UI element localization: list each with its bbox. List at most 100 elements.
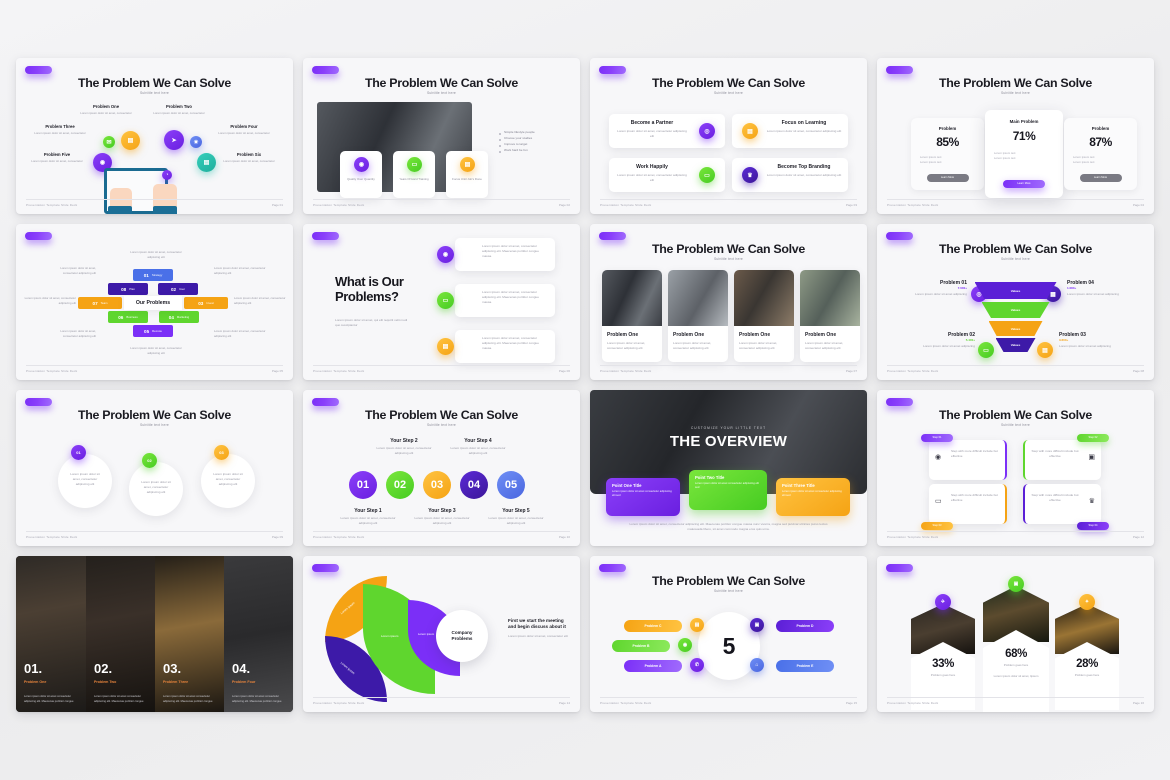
slide-thumbnail-2[interactable]: The Problem We Can Solve Subtitle text h… xyxy=(303,58,580,214)
learn-more-button[interactable]: Learn More xyxy=(1079,174,1122,182)
slide-thumbnail-12[interactable]: The Problem We Can Solve Subtitle text h… xyxy=(877,390,1154,546)
arrow-card-3[interactable]: 28% Problem goes here xyxy=(1055,604,1119,710)
slide-thumbnail-13[interactable]: 01. Problem One Lorem ipsum dolor sit am… xyxy=(16,556,293,712)
photo-card-3[interactable]: Problem One Lorem ipsum dolor sit amet, … xyxy=(734,270,794,362)
footer-text: Presentation Template Slide Deck xyxy=(887,535,939,539)
heading-line-1: What is Our xyxy=(335,274,404,289)
photo-card-4[interactable]: Problem One Lorem ipsum dolor sit amet, … xyxy=(800,270,860,362)
photo-card-2[interactable]: Problem One Lorem ipsum dolor sit amet, … xyxy=(668,270,728,362)
panel-desc: Lorem ipsum dolor sit amet consectetur a… xyxy=(94,695,144,703)
arrow-card-2[interactable]: 68% Problem goes here Lorem ipsum dolor … xyxy=(983,586,1049,712)
footer-divider xyxy=(313,365,570,366)
pricing-card-3[interactable]: Problem 87% Lorem ipsum text Lorem ipsum… xyxy=(1064,118,1137,190)
step-badge-1[interactable]: Step 01 xyxy=(921,434,953,442)
book-icon: ▤ xyxy=(1037,342,1053,358)
photo-panel-2[interactable]: 02. Problem Two Lorem ipsum dolor sit am… xyxy=(86,556,155,712)
trophy-icon: ♛ xyxy=(1088,498,1095,505)
monitor-icon: ▭ xyxy=(437,292,454,309)
pill-problem-a[interactable]: Problem A xyxy=(624,660,682,672)
feature-card[interactable]: ▭ Years Of Hard Training xyxy=(393,151,435,198)
slide-thumbnail-1[interactable]: The Problem We Can Solve Subtitle text h… xyxy=(16,58,293,214)
slide-thumbnail-4[interactable]: The Problem We Can Solve Subtitle text h… xyxy=(877,58,1154,214)
info-row-2[interactable]: Lorem ipsum dolor sit amet, consectetur … xyxy=(455,284,555,317)
step-circle-05[interactable]: 05 xyxy=(497,471,525,499)
photo-panel-1[interactable]: 01. Problem One Lorem ipsum dolor sit am… xyxy=(16,556,86,712)
photo-card-1[interactable]: Problem One Lorem ipsum dolor sit amet, … xyxy=(602,270,662,362)
point-card-1[interactable]: Point One Title Lorem ipsum dolor sit am… xyxy=(606,478,680,516)
funnel-layer-4[interactable]: Values xyxy=(995,338,1036,352)
gear-segment-05[interactable]: 05 Remote xyxy=(133,325,173,337)
side-note: Lorem ipsum dolor sit amet, consectetur … xyxy=(214,266,266,275)
gear-segment-01[interactable]: 01 Strategy xyxy=(133,269,173,281)
point-card-3[interactable]: Point Three Title Lorem ipsum dolor sit … xyxy=(776,478,850,516)
feature-card-partner[interactable]: Become a Partner Lorem ipsum dolor sit a… xyxy=(609,114,725,148)
circle-card-2[interactable]: Lorem ipsum dolor sit amet, consectetur … xyxy=(129,462,183,516)
gear-segment-04[interactable]: 04 Marketing xyxy=(159,311,199,323)
funnel-layer-2[interactable]: Values xyxy=(981,302,1050,318)
gear-segment-03[interactable]: 03 Invest xyxy=(184,297,228,309)
badge-label: Step 04 xyxy=(1088,524,1098,527)
step-circle-04[interactable]: 04 xyxy=(460,471,488,499)
chat-icon: ◉ xyxy=(437,246,454,263)
footer-divider xyxy=(26,199,283,200)
step-card-4[interactable]: ♛ Step with more difficult include but e… xyxy=(1023,484,1101,524)
learn-more-button[interactable]: Learn More xyxy=(926,174,969,182)
info-row-3[interactable]: Lorem ipsum dolor sit amet, consectetur … xyxy=(455,330,555,363)
feature-card-branding[interactable]: ♛ Become Top Branding Lorem ipsum dolor … xyxy=(732,158,848,192)
slide-thumbnail-3[interactable]: The Problem We Can Solve Subtitle text h… xyxy=(590,58,867,214)
pill-problem-e[interactable]: Problem E xyxy=(776,660,834,672)
slide-thumbnail-16[interactable]: 33% Problem goes here ✈ 68% Problem goes… xyxy=(877,556,1154,712)
pill-problem-b[interactable]: Problem B xyxy=(612,640,670,652)
arrow-card-1[interactable]: 33% Problem goes here xyxy=(911,604,975,710)
step-badge-3[interactable]: Step 03 xyxy=(921,522,953,530)
pill-problem-d[interactable]: Problem D xyxy=(776,620,834,632)
step-card-1[interactable]: ◉ Step with more difficult include but e… xyxy=(929,440,1007,480)
lock-icon: ⌂ xyxy=(750,658,764,672)
feature-card[interactable]: ▤ Focus Until Job's Done xyxy=(446,151,488,198)
step-circle-02[interactable]: 02 xyxy=(386,471,414,499)
info-row-1[interactable]: Lorem ipsum dolor sit amet, consectetur … xyxy=(455,238,555,271)
step-circle-03[interactable]: 03 xyxy=(423,471,451,499)
photo-panel-3[interactable]: 03. Problem Three Lorem ipsum dolor sit … xyxy=(155,556,224,712)
step-circle-01[interactable]: 01 xyxy=(349,471,377,499)
feature-card-work[interactable]: Work Happily Lorem ipsum dolor sit amet,… xyxy=(609,158,725,192)
funnel-layer-3[interactable]: Values xyxy=(988,321,1043,336)
slide-thumbnail-7[interactable]: The Problem We Can Solve Subtitle text h… xyxy=(590,224,867,380)
step-card-3[interactable]: ▭ Step with more difficult include but e… xyxy=(929,484,1007,524)
slide-thumbnail-8[interactable]: The Problem We Can Solve Subtitle text h… xyxy=(877,224,1154,380)
feature-card-learning[interactable]: ▤ Focus on Learning Lorem ipsum dolor si… xyxy=(732,114,848,148)
circle-card-1[interactable]: Lorem ipsum dolor sit amet, consectetur … xyxy=(58,454,112,508)
footer-text: Presentation Template Slide Deck xyxy=(313,535,365,539)
page-number: Page 15 xyxy=(845,701,857,705)
photo-panel-4[interactable]: 04. Problem Four Lorem ipsum dolor sit a… xyxy=(224,556,293,712)
pill-problem-c[interactable]: Problem C xyxy=(624,620,682,632)
gear-segment-08[interactable]: 08 Plan xyxy=(108,283,148,295)
gear-segment-02[interactable]: 02 User xyxy=(158,283,198,295)
step-badge-2[interactable]: Step 02 xyxy=(1077,434,1109,442)
slide-thumbnail-11[interactable]: CUSTOMIZE YOUR LITTLE TEXT THE OVERVIEW … xyxy=(590,390,867,546)
pricing-card-1[interactable]: Problem 85% Lorem ipsum text Lorem ipsum… xyxy=(911,118,984,190)
circle-card-3[interactable]: Lorem ipsum dolor sit amet, consectetur … xyxy=(201,454,255,508)
card-title: Work Happily xyxy=(636,164,668,170)
feature-card[interactable]: ◉ Quality Over Quantity xyxy=(340,151,382,198)
step-badge-4[interactable]: Step 04 xyxy=(1077,522,1109,530)
learn-more-button[interactable]: Learn More xyxy=(1003,180,1045,188)
page-subtitle: Subtitle text here xyxy=(139,91,170,95)
gear-segment-06[interactable]: 06 Business xyxy=(108,311,148,323)
slide-thumbnail-15[interactable]: The Problem We Can Solve Subtitle text h… xyxy=(590,556,867,712)
image-icon: ▣ xyxy=(1008,576,1024,592)
slide-thumbnail-9[interactable]: The Problem We Can Solve Subtitle text h… xyxy=(16,390,293,546)
pricing-card-main[interactable]: Main Problem 71% Lorem ipsum text Lorem … xyxy=(985,110,1063,198)
funnel-layer-1[interactable]: Values xyxy=(974,282,1057,299)
slide-thumbnail-14[interactable]: Lorem ipsum Lorem ipsum Lorem ipsum Lore… xyxy=(303,556,580,712)
slide-thumbnail-5[interactable]: Lorem ipsum dolor sit amet, consectetur … xyxy=(16,224,293,380)
page-subtitle: Subtitle text here xyxy=(1000,91,1031,95)
step-card-2[interactable]: ▣ Step with more difficult include but e… xyxy=(1023,440,1101,480)
point-card-2[interactable]: Point Two Title Lorem ipsum dolor sit am… xyxy=(689,470,767,510)
card-desc: Lorem ipsum dolor sit amet, consectetur … xyxy=(617,129,687,138)
card-desc: Lorem ipsum dolor sit amet, consectetur … xyxy=(766,173,842,177)
bullet-list: Simple lifestyle people Choose your stud… xyxy=(499,130,571,154)
slide-thumbnail-10[interactable]: The Problem We Can Solve Subtitle text h… xyxy=(303,390,580,546)
gear-segment-07[interactable]: 07 Team xyxy=(78,297,122,309)
slide-thumbnail-6[interactable]: What is Our Problems? Lorem ipsum dolor … xyxy=(303,224,580,380)
